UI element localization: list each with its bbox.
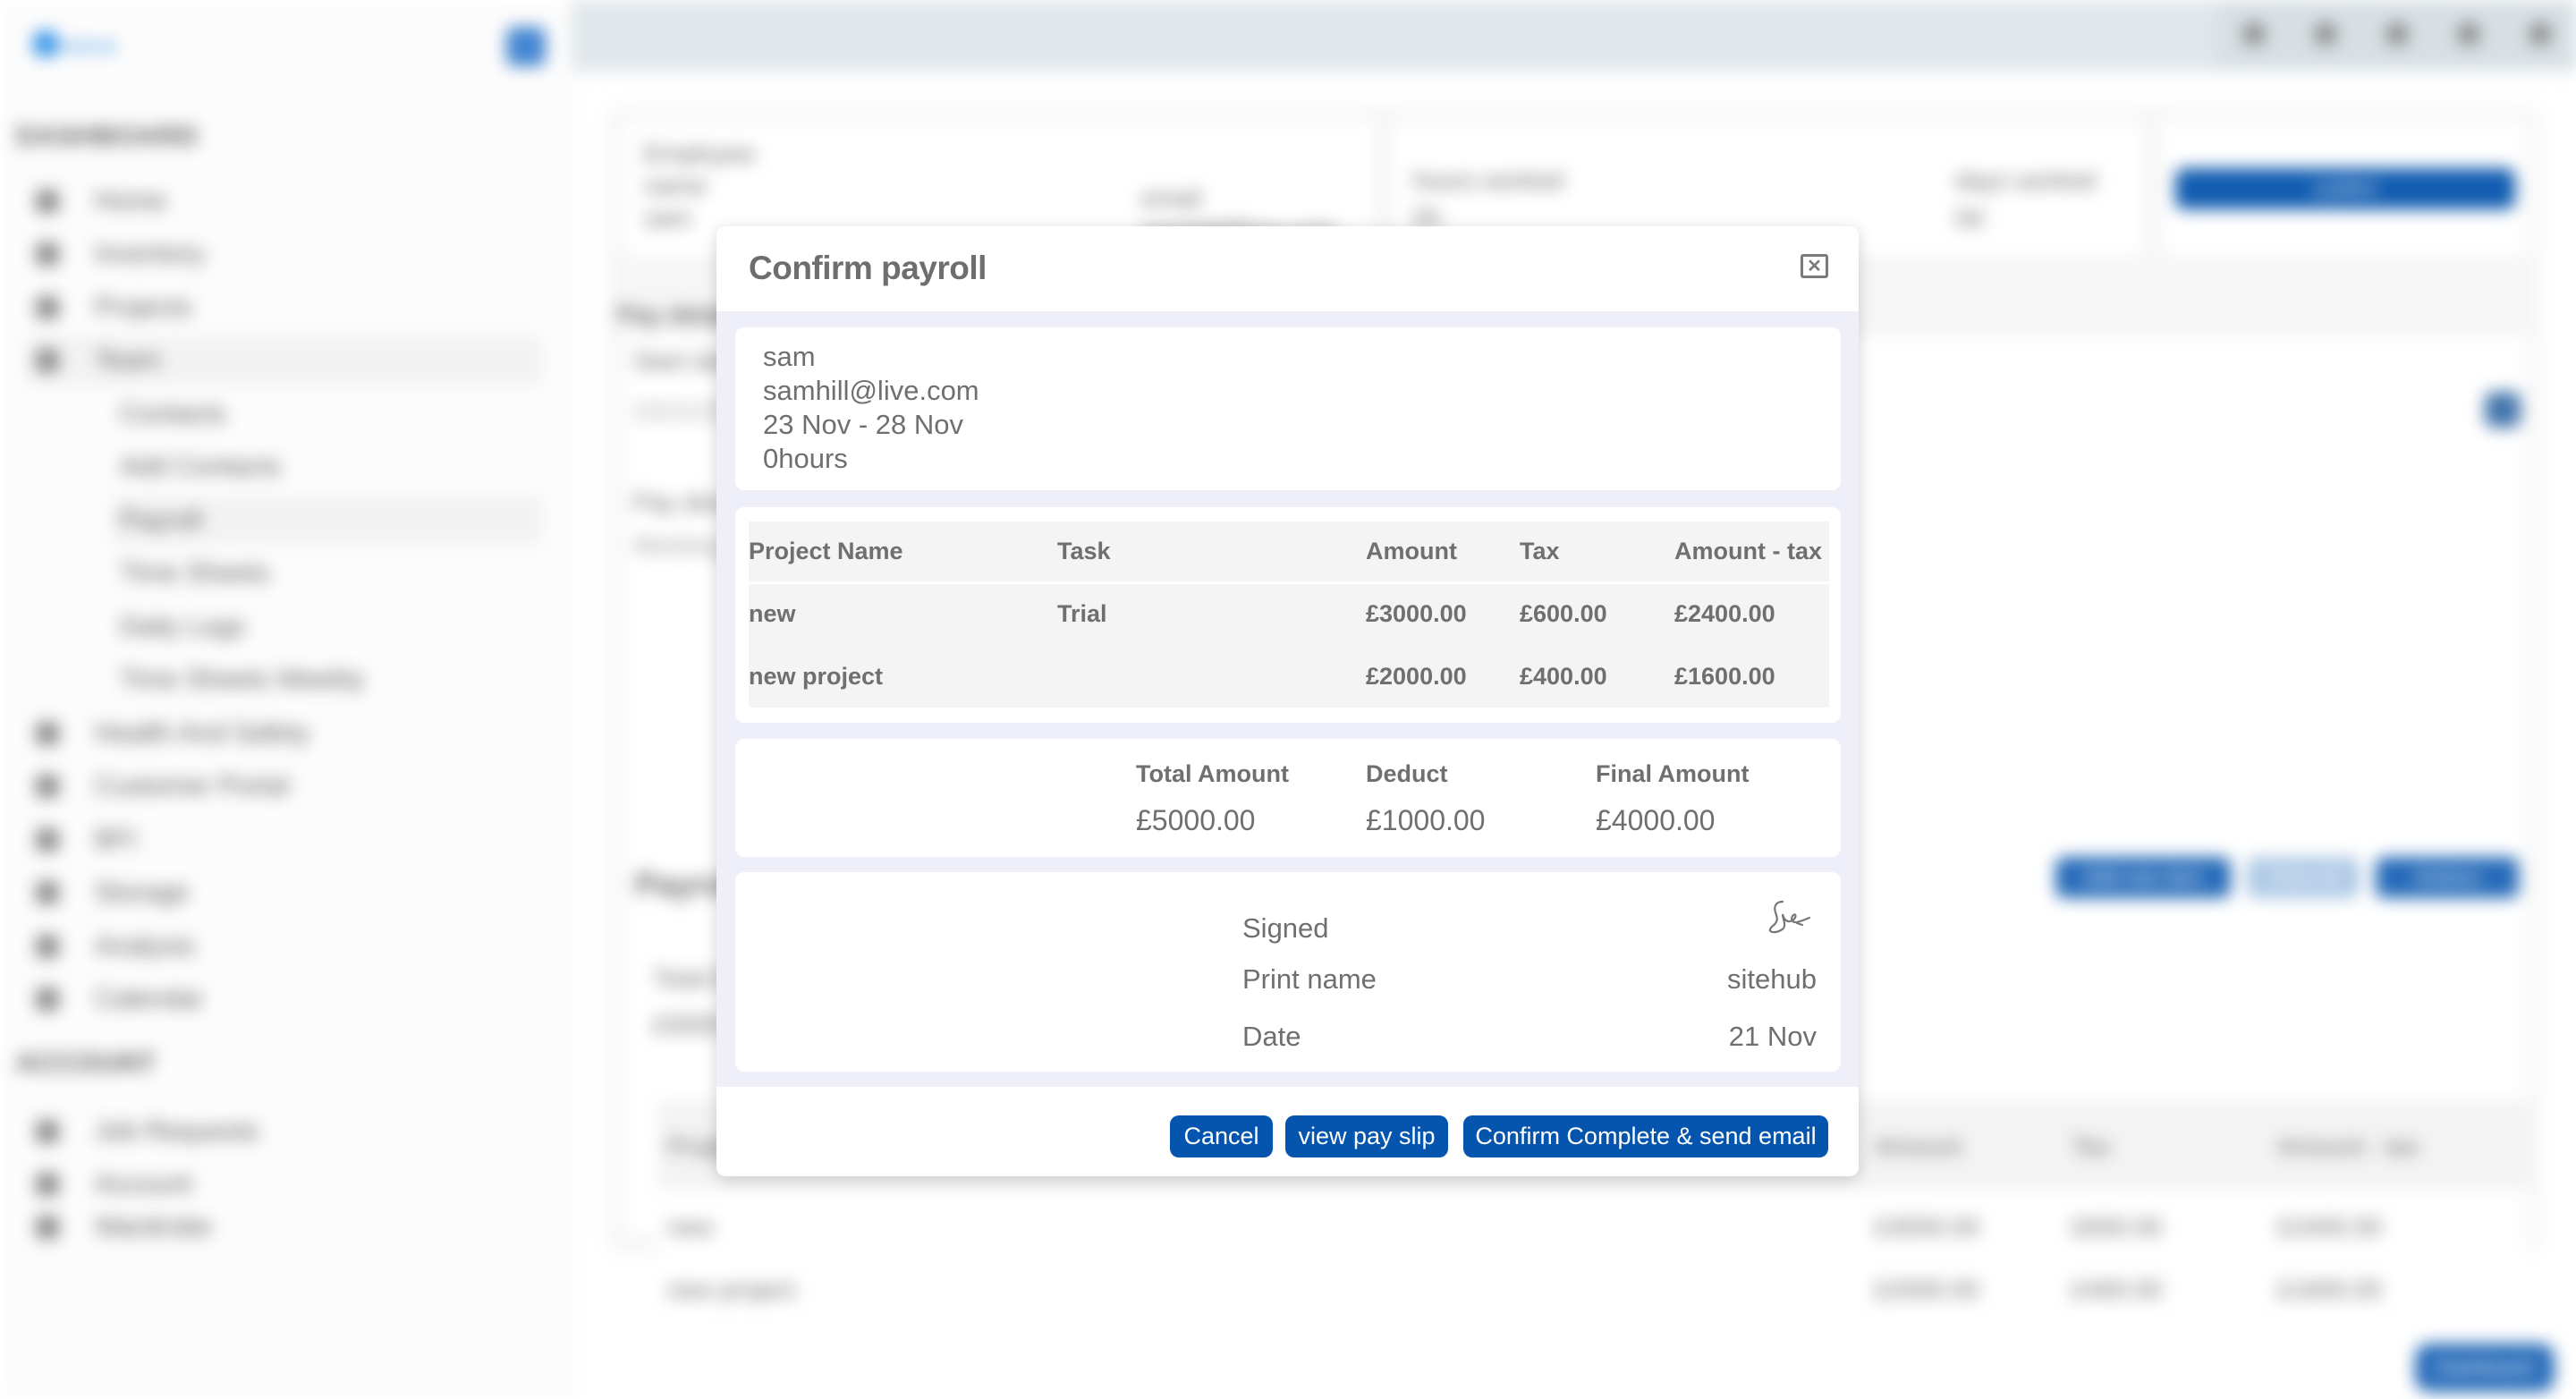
column-header-amount-minus-tax: Amount - tax bbox=[1674, 537, 1822, 564]
final-amount-value: £4000.00 bbox=[1596, 804, 1716, 836]
cancel-button[interactable]: Cancel bbox=[1170, 1115, 1273, 1157]
final-amount-label: Final Amount bbox=[1596, 760, 1750, 787]
column-header-amount: Amount bbox=[1366, 537, 1457, 564]
close-icon: ✕ bbox=[1807, 256, 1822, 276]
column-header-project-name: Project Name bbox=[749, 537, 903, 564]
print-name-label: Print name bbox=[1242, 963, 1377, 995]
column-header-tax: Tax bbox=[1520, 537, 1560, 564]
cell-amount-minus-tax: £2400.00 bbox=[1674, 600, 1775, 628]
total-amount-label: Total Amount bbox=[1136, 760, 1289, 787]
cell-project-name: new bbox=[749, 600, 796, 628]
modal-footer: Cancel view pay slip Confirm Complete & … bbox=[716, 1087, 1859, 1176]
print-name-value: sitehub bbox=[1727, 963, 1817, 995]
deduct-value: £1000.00 bbox=[1366, 804, 1486, 836]
cell-amount: £2000.00 bbox=[1366, 662, 1467, 690]
payroll-items-table: Project Name Task Amount Tax Amount - ta… bbox=[749, 521, 1829, 708]
payroll-items-panel: Project Name Task Amount Tax Amount - ta… bbox=[735, 507, 1841, 723]
employee-name: sam bbox=[763, 341, 816, 372]
totals-panel: Total Amount £5000.00 Deduct £1000.00 Fi… bbox=[735, 739, 1841, 857]
confirm-payroll-modal: Confirm payroll ✕ sam samhill@live.com 2… bbox=[716, 226, 1859, 1176]
table-row: new project £2000.00 £400.00 £1600.00 bbox=[749, 645, 1829, 708]
signature-image bbox=[1768, 900, 1811, 934]
close-button[interactable]: ✕ bbox=[1801, 254, 1828, 278]
employee-info-panel: sam samhill@live.com 23 Nov - 28 Nov 0ho… bbox=[735, 327, 1841, 490]
total-amount-group: Total Amount £5000.00 bbox=[1136, 760, 1289, 837]
deduct-group: Deduct £1000.00 bbox=[1366, 760, 1485, 837]
modal-title: Confirm payroll bbox=[749, 250, 987, 286]
cell-tax: £600.00 bbox=[1520, 600, 1607, 628]
cell-task bbox=[1057, 645, 1366, 708]
table-row: new Trial £3000.00 £600.00 £2400.00 bbox=[749, 582, 1829, 645]
cell-tax: £400.00 bbox=[1520, 662, 1607, 690]
column-header-task: Task bbox=[1057, 537, 1111, 564]
signature-panel: Signed Print name sitehub Date 21 Nov bbox=[735, 872, 1841, 1072]
hours-worked: 0hours bbox=[763, 443, 848, 474]
confirm-complete-send-email-button[interactable]: Confirm Complete & send email bbox=[1463, 1115, 1828, 1157]
date-value: 21 Nov bbox=[1728, 1021, 1817, 1052]
final-amount-group: Final Amount £4000.00 bbox=[1596, 760, 1749, 837]
pay-period: 23 Nov - 28 Nov bbox=[763, 409, 963, 440]
signed-row: Signed bbox=[1242, 899, 1817, 944]
total-amount-value: £5000.00 bbox=[1136, 804, 1256, 836]
table-header-row: Project Name Task Amount Tax Amount - ta… bbox=[749, 521, 1829, 582]
signed-label: Signed bbox=[1242, 912, 1329, 944]
cell-task: Trial bbox=[1057, 600, 1107, 628]
print-name-row: Print name sitehub bbox=[1242, 962, 1817, 997]
modal-header: Confirm payroll ✕ bbox=[716, 226, 1859, 311]
date-row: Date 21 Nov bbox=[1242, 1019, 1817, 1055]
employee-email: samhill@live.com bbox=[763, 375, 979, 406]
cell-amount: £3000.00 bbox=[1366, 600, 1467, 628]
date-label: Date bbox=[1242, 1021, 1301, 1052]
cell-amount-minus-tax: £1600.00 bbox=[1674, 662, 1775, 690]
deduct-label: Deduct bbox=[1366, 760, 1448, 787]
view-pay-slip-button[interactable]: view pay slip bbox=[1285, 1115, 1448, 1157]
cell-project-name: new project bbox=[749, 662, 884, 690]
